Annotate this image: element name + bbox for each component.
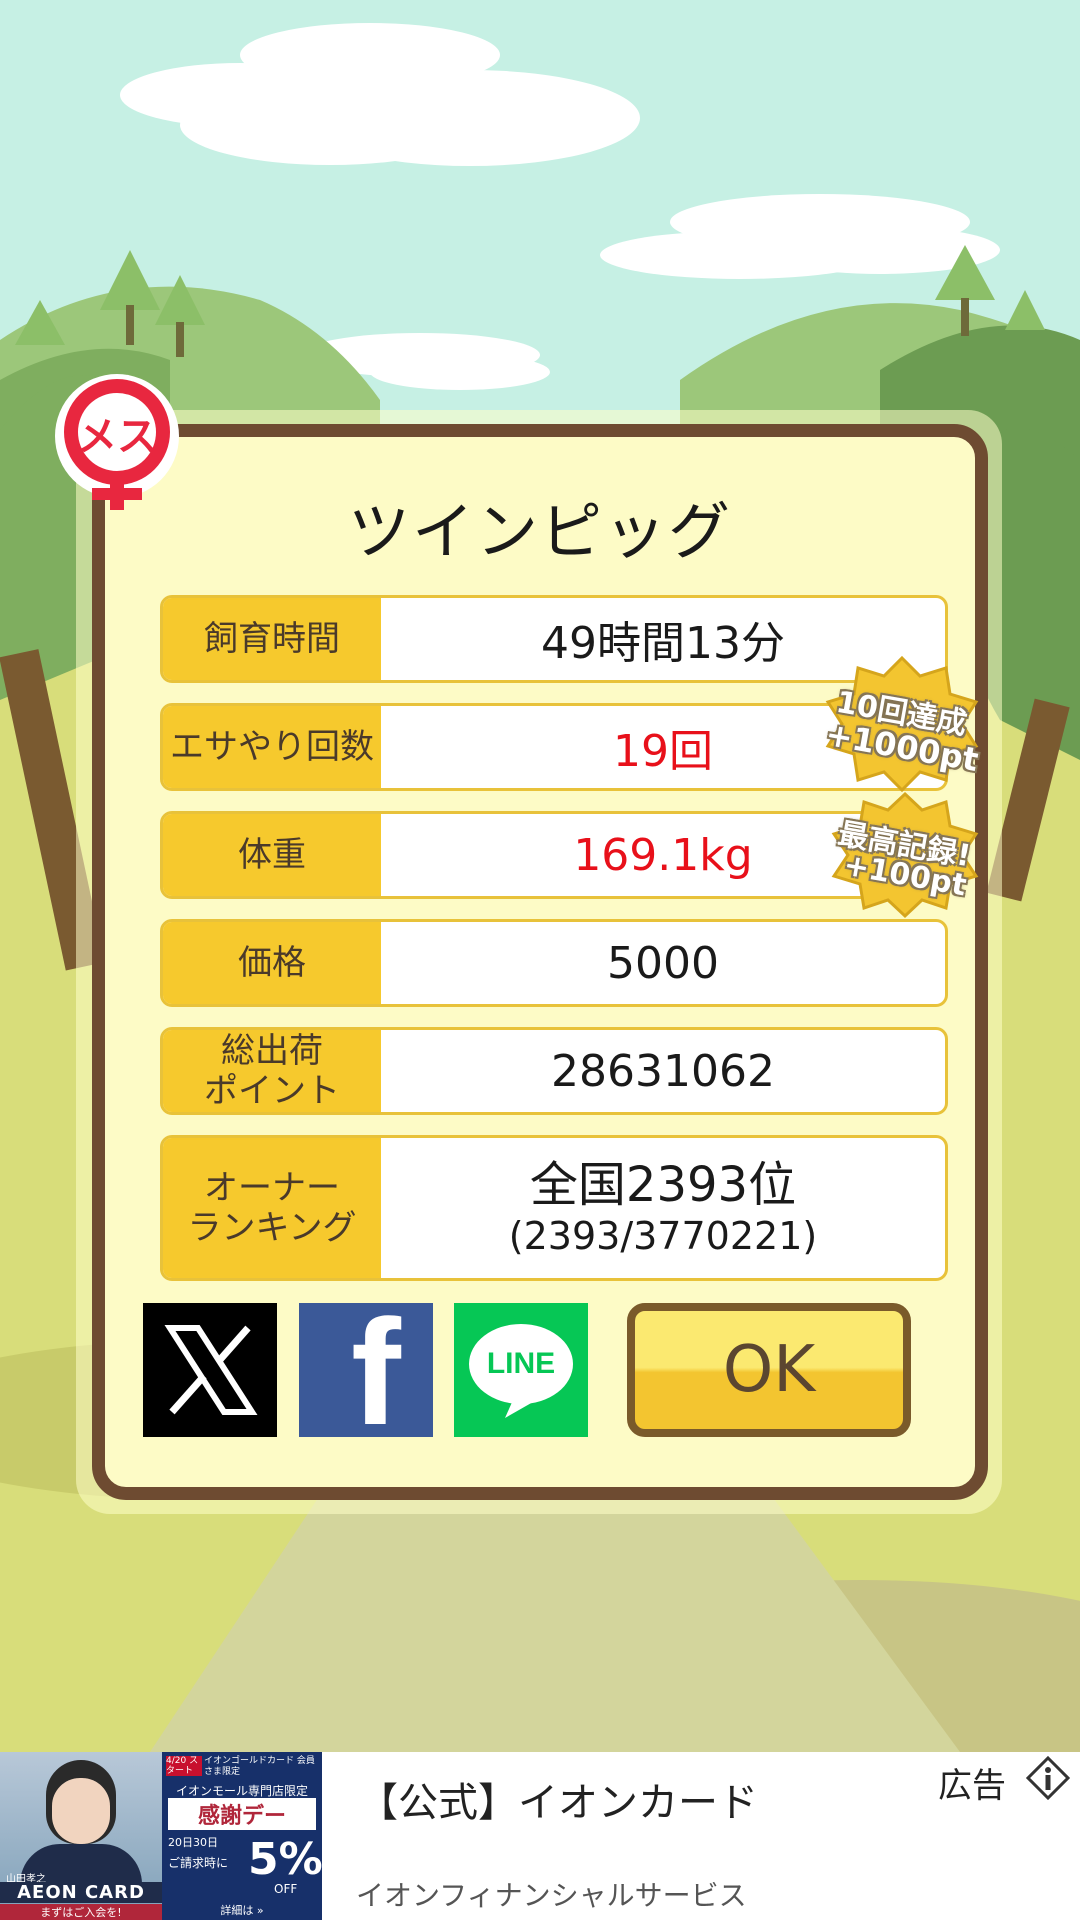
ad-gold: イオンゴールドカード 会員さま限定 [204,1756,315,1777]
stat-label: エサやり回数 [163,706,381,788]
share-x-button[interactable] [143,1303,277,1437]
game-screen: ツインピッグ 飼育時間 49時間13分 エサやり回数 19回 体重 169.1k… [0,0,1080,1920]
ranking-value: 全国2393位 (2393/3770221) [381,1138,945,1278]
badge-weight-record: 最高記録! +100pt [830,790,980,920]
ranking-label: オーナー ランキング [163,1138,381,1278]
ranking-sub: (2393/3770221) [508,1214,818,1258]
ad-discount: 5% [248,1834,323,1885]
ad-join-text: まずはご入会を! [0,1904,162,1920]
ad-days: 20日30日 [168,1836,218,1849]
ad-billing: ご請求時に [168,1856,229,1870]
ad-details: 詳細は » [220,1904,264,1917]
ad-date: 4/20 スタート [166,1756,202,1776]
pig-result-dialog: ツインピッグ 飼育時間 49時間13分 エサやり回数 19回 体重 169.1k… [92,424,988,1500]
ad-card-text: AEON CARD [0,1882,162,1903]
line-label: LINE [486,1347,556,1380]
ad-thanks: 感謝デー [168,1798,316,1830]
female-icon: メス [52,372,182,522]
stat-row-owner-ranking: オーナー ランキング 全国2393位 (2393/3770221) [160,1135,948,1281]
stat-row-price: 価格 5000 [160,919,948,1007]
stat-value: 28631062 [551,1045,775,1097]
ad-label: 広告 [938,1766,1006,1806]
ad-image-promo[interactable]: 4/20 スタート イオンゴールドカード 会員さま限定 イオンモール専門店限定 … [162,1752,323,1920]
ok-button[interactable]: OK [627,1303,911,1437]
gender-label: メス [77,414,157,460]
stat-row-total-points: 総出荷 ポイント 28631062 [160,1027,948,1115]
stat-label: 価格 [163,922,381,1004]
ad-banner[interactable]: 山田孝之 AEON CARD まずはご入会を! 4/20 スタート イオンゴール… [0,1752,1080,1920]
stat-label: 飼育時間 [163,598,381,680]
pig-name: ツインピッグ [347,495,732,568]
ad-title[interactable]: 【公式】イオンカード [358,1770,758,1828]
ad-advertiser: イオンフィナンシャルサービス [356,1879,747,1912]
stat-value: 5000 [607,937,719,989]
stat-label: 体重 [163,814,381,896]
ad-info-icon[interactable] [1026,1756,1070,1800]
facebook-logo-icon: f [351,1303,401,1437]
share-line-button[interactable]: LINE [454,1303,588,1437]
stat-label: 総出荷 ポイント [163,1030,381,1112]
ad-image-person[interactable]: 山田孝之 AEON CARD まずはご入会を! [0,1752,162,1920]
badge-feed-achievement: 10回達成 +1000pt [822,654,982,794]
share-facebook-button[interactable]: f [299,1303,433,1437]
ad-off: OFF [274,1882,298,1896]
ad-mall: イオンモール専門店限定 [175,1784,308,1798]
ranking-main: 全国2393位 [529,1157,797,1213]
x-logo-icon [164,1325,258,1415]
